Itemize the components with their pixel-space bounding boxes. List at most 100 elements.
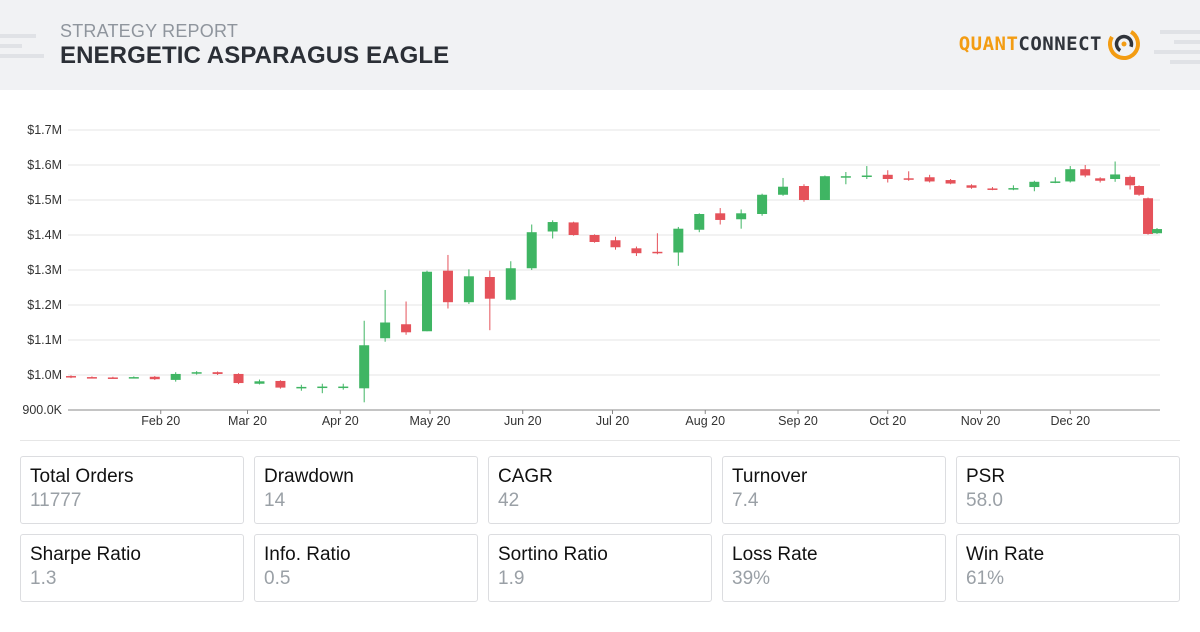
header-decoration bbox=[0, 44, 22, 48]
y-tick-label: 900.0K bbox=[22, 403, 62, 417]
candle-down bbox=[798, 184, 809, 202]
candle-body bbox=[422, 271, 433, 332]
stat-value: 42 bbox=[498, 490, 520, 511]
candle-down bbox=[212, 371, 223, 375]
candle-up bbox=[254, 379, 265, 385]
y-tick-label: $1.2M bbox=[27, 298, 62, 312]
candles bbox=[65, 161, 1163, 403]
candle-up bbox=[778, 177, 789, 196]
y-tick-label: $1.7M bbox=[27, 123, 62, 137]
candle-body bbox=[149, 376, 160, 380]
candle-down bbox=[65, 375, 76, 379]
brand-word-quant: QUANT bbox=[958, 33, 1019, 55]
candle-up bbox=[317, 383, 328, 394]
candle-down bbox=[966, 184, 977, 189]
candle-up bbox=[191, 371, 202, 375]
candle-up bbox=[757, 193, 768, 216]
stat-value: 1.9 bbox=[498, 568, 525, 589]
candle-up bbox=[1050, 177, 1061, 184]
candle-down bbox=[652, 233, 663, 255]
candle-up bbox=[359, 320, 370, 403]
candle-body bbox=[254, 381, 265, 384]
candle-body bbox=[966, 185, 977, 188]
candle-body bbox=[442, 270, 453, 303]
candle-up bbox=[1029, 180, 1040, 192]
y-tick-label: $1.0M bbox=[27, 368, 62, 382]
candle-body bbox=[212, 372, 223, 374]
stat-label: Total Orders bbox=[30, 466, 134, 487]
x-tick-label: Sep 20 bbox=[778, 414, 818, 428]
candle-up bbox=[338, 383, 349, 390]
candle-body bbox=[798, 186, 809, 200]
candle-body bbox=[819, 176, 830, 200]
brand-wordmark: QUANTCONNECT bbox=[959, 33, 1102, 55]
candle-body bbox=[65, 376, 76, 378]
y-tick-label: $1.6M bbox=[27, 158, 62, 172]
candle-body bbox=[1143, 198, 1154, 234]
stat-value: 14 bbox=[264, 490, 286, 511]
report-subtitle: STRATEGY REPORT bbox=[60, 21, 239, 41]
candle-down bbox=[715, 208, 726, 225]
candle-body bbox=[1125, 176, 1136, 186]
stat-card-psr: PSR 58.0 bbox=[956, 456, 1180, 524]
candle-up bbox=[736, 209, 747, 229]
stat-label: Loss Rate bbox=[732, 544, 818, 565]
candle-up bbox=[128, 376, 139, 379]
report-header: STRATEGY REPORT ENERGETIC ASPARAGUS EAGL… bbox=[0, 0, 1200, 90]
stat-label: Drawdown bbox=[264, 466, 354, 487]
stat-card-total-orders: Total Orders 11777 bbox=[20, 456, 244, 524]
candle-body bbox=[233, 373, 244, 384]
candle-body bbox=[694, 214, 705, 230]
candle-up bbox=[673, 226, 684, 266]
candle-body bbox=[296, 386, 307, 389]
stat-card-win-rate: Win Rate 61% bbox=[956, 534, 1180, 602]
stat-card-loss-rate: Loss Rate 39% bbox=[722, 534, 946, 602]
candle-down bbox=[107, 376, 118, 379]
candle-down bbox=[1080, 165, 1091, 178]
candle-body bbox=[380, 322, 391, 339]
candle-body bbox=[275, 380, 286, 388]
x-tick-label: Jun 20 bbox=[504, 414, 542, 428]
candle-body bbox=[359, 345, 370, 389]
candle-down bbox=[442, 254, 453, 309]
candle-down bbox=[589, 234, 600, 243]
candle-body bbox=[1008, 188, 1019, 190]
header-decoration bbox=[1174, 40, 1200, 44]
candle-body bbox=[1065, 169, 1076, 182]
candle-body bbox=[526, 232, 537, 269]
candle-down bbox=[610, 236, 621, 250]
y-tick-label: $1.5M bbox=[27, 193, 62, 207]
stat-label: Sharpe Ratio bbox=[30, 544, 141, 565]
candle-body bbox=[1110, 174, 1121, 179]
candle-body bbox=[673, 228, 684, 253]
y-tick-label: $1.3M bbox=[27, 263, 62, 277]
candle-up bbox=[547, 220, 558, 239]
candle-down bbox=[233, 373, 244, 385]
brand-word-connect: CONNECT bbox=[1018, 33, 1102, 55]
candle-body bbox=[610, 240, 621, 248]
candle-body bbox=[861, 175, 872, 177]
candle-body bbox=[840, 176, 851, 178]
candle-down bbox=[1125, 175, 1136, 190]
stat-card-sharpe-ratio: Sharpe Ratio 1.3 bbox=[20, 534, 244, 602]
candle-up bbox=[526, 224, 537, 270]
candle-down bbox=[945, 179, 956, 185]
candle-body bbox=[128, 377, 139, 379]
candle-body bbox=[191, 372, 202, 374]
candle-body bbox=[945, 180, 956, 184]
candle-body bbox=[1080, 169, 1091, 176]
candle-body bbox=[338, 386, 349, 389]
candle-body bbox=[757, 194, 768, 214]
candle-down bbox=[484, 270, 495, 331]
candle-up bbox=[380, 289, 391, 342]
candle-body bbox=[882, 174, 893, 179]
quantconnect-logo-icon bbox=[1108, 28, 1140, 60]
candle-body bbox=[736, 213, 747, 220]
x-tick-label: May 20 bbox=[410, 414, 451, 428]
candle-body bbox=[589, 235, 600, 242]
header-decoration bbox=[1154, 50, 1200, 54]
stat-value: 1.3 bbox=[30, 568, 57, 589]
candle-down bbox=[631, 246, 642, 256]
stat-label: Win Rate bbox=[966, 544, 1045, 565]
x-tick-label: Mar 20 bbox=[228, 414, 267, 428]
